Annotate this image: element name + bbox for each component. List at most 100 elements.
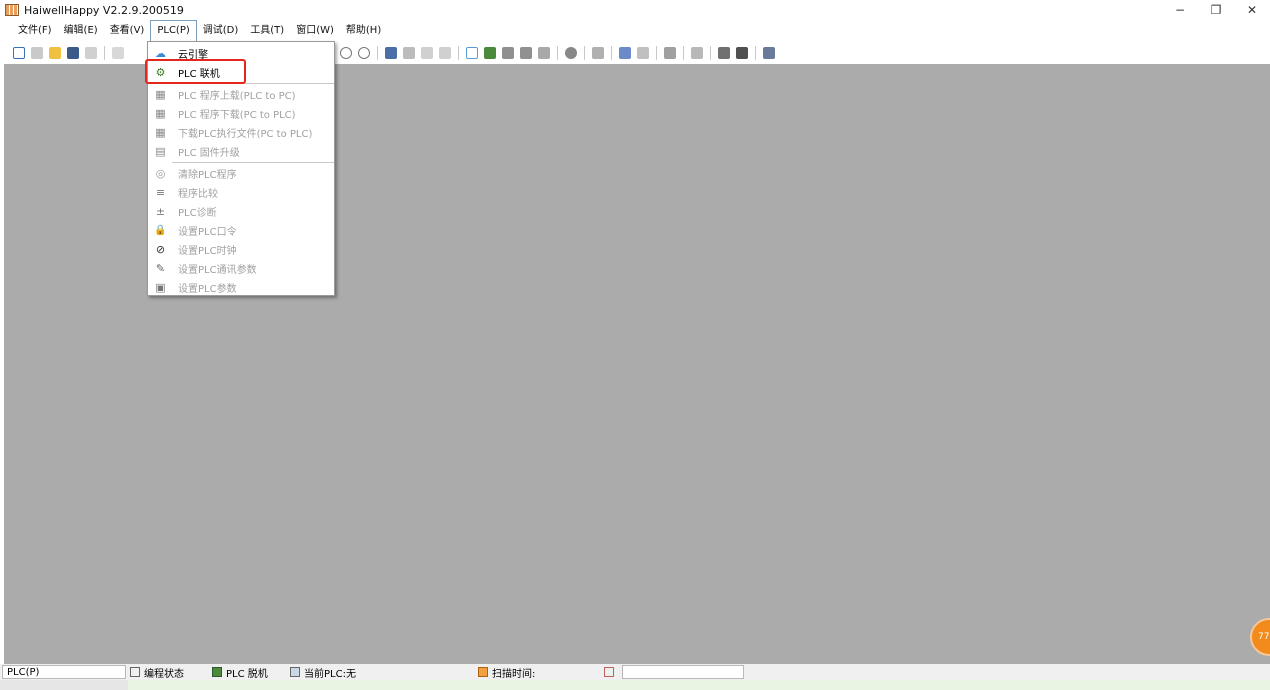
new-file-icon[interactable] [13,47,25,59]
lock-toolbar-icon[interactable] [718,47,730,59]
toolbar-separator [656,46,657,60]
status-plc-menu: PLC(P) [2,665,126,679]
params-icon: ▣ [155,281,166,294]
menu-item-plc-diagnose[interactable]: ± PLC诊断 [148,202,334,221]
clear-icon: ◎ [155,167,166,180]
menu-item-set-comm-params[interactable]: ✎ 设置PLC通讯参数 [148,259,334,278]
clock-icon: ⊘ [155,243,166,256]
building-icon[interactable] [664,47,676,59]
taskbar-strip-left [0,680,128,690]
highlight-annotation [145,59,246,84]
tools-icon[interactable] [637,47,649,59]
menu-item-clear-program[interactable]: ◎ 清除PLC程序 [148,164,334,183]
menu-item-compare-program[interactable]: ≡ 程序比较 [148,183,334,202]
menu-edit[interactable]: 编辑(E) [58,21,104,41]
chart-icon[interactable] [691,47,703,59]
menu-item-plc-download[interactable]: ▦ PLC 程序下载(PC to PLC) [148,104,334,123]
menu-item-label: 清除PLC程序 [178,170,237,181]
status-current-plc-label: 当前PLC:无 [304,668,356,680]
status-scan-time-label: 扫描时间: [492,668,536,680]
save-icon[interactable] [67,47,79,59]
menu-item-set-params[interactable]: ▣ 设置PLC参数 [148,278,334,297]
menu-debug[interactable]: 调试(D) [197,21,245,41]
window-controls: − ❐ ✕ [1162,0,1270,20]
menu-item-label: 设置PLC参数 [178,284,237,295]
menu-item-plc-upload[interactable]: ▦ PLC 程序上载(PLC to PC) [148,85,334,104]
upload-plc-toolbar-icon[interactable] [502,47,514,59]
menu-item-label: 程序比较 [178,189,218,200]
download-exec-toolbar-icon[interactable] [538,47,550,59]
status-connection-label: PLC 脱机 [226,668,268,680]
comm-icon: ✎ [155,262,166,275]
toolbar-separator [683,46,684,60]
menu-item-label: 设置PLC口令 [178,227,237,238]
menu-item-label: PLC 固件升级 [178,148,240,159]
window-title: HaiwellHappy V2.2.9.200519 [24,3,184,17]
toolbar-separator [104,46,105,60]
toolbar-separator [557,46,558,60]
status-empty-field [622,665,744,679]
cloud-toolbar-icon[interactable] [466,47,478,59]
lock-icon: 🔒 [154,225,167,236]
floating-badge[interactable]: 77 [1250,618,1270,656]
print-icon[interactable] [112,47,124,59]
menu-help[interactable]: 帮助(H) [340,21,387,41]
plc-online-toolbar-icon[interactable] [484,47,496,59]
menu-item-set-password[interactable]: 🔒 设置PLC口令 [148,221,334,240]
toolbar-separator [710,46,711,60]
toolbar-separator [458,46,459,60]
status-bar: PLC(P) 编程状态 PLC 脱机 当前PLC:无 扫描时间: [0,664,1270,680]
diagnose-icon: ± [155,205,166,218]
timer-icon [478,667,488,677]
menu-item-label: PLC诊断 [178,208,217,219]
upload-icon: ▦ [155,88,166,101]
menu-item-firmware-upgrade[interactable]: ▤ PLC 固件升级 [148,142,334,161]
status-indicator [600,665,620,679]
close-button[interactable]: ✕ [1234,0,1270,20]
status-connection: PLC 脱机 [208,665,286,680]
toolbar-separator [611,46,612,60]
cut-icon[interactable] [385,47,397,59]
menu-tools[interactable]: 工具(T) [244,21,290,41]
menu-item-label: 下载PLC执行文件(PC to PLC) [178,129,313,140]
plc-offline-icon [212,667,222,677]
monitor-icon[interactable] [565,47,577,59]
flag-icon [604,667,614,677]
download-plc-toolbar-icon[interactable] [520,47,532,59]
menu-item-label: 设置PLC通讯参数 [178,265,257,276]
menu-window[interactable]: 窗口(W) [290,21,340,41]
undo-icon[interactable] [340,47,352,59]
menu-item-set-clock[interactable]: ⊘ 设置PLC时钟 [148,240,334,259]
redo-icon[interactable] [358,47,370,59]
delete-toolbar-icon[interactable] [736,47,748,59]
wrench-icon[interactable] [619,47,631,59]
copy-icon[interactable] [421,47,433,59]
menu-file[interactable]: 文件(F) [12,21,58,41]
maximize-button[interactable]: ❐ [1198,0,1234,20]
menu-separator [172,162,334,163]
menu-item-label: 设置PLC时钟 [178,246,237,257]
settings-toolbar-icon[interactable] [763,47,775,59]
toolbar-separator [755,46,756,60]
debug-icon[interactable] [592,47,604,59]
minimize-button[interactable]: − [1162,0,1198,20]
status-scan-time: 扫描时间: [474,665,600,680]
menu-plc[interactable]: PLC(P) [150,20,197,42]
open-folder-icon[interactable] [49,47,61,59]
menu-item-label: PLC 程序下载(PC to PLC) [178,110,296,121]
scissors-icon[interactable] [403,47,415,59]
menu-item-label: PLC 程序上载(PLC to PC) [178,91,296,102]
device-icon [290,667,300,677]
new-project-icon[interactable] [31,47,43,59]
firmware-icon: ▤ [155,145,166,158]
app-icon [5,4,19,16]
download-icon: ▦ [155,107,166,120]
menu-view[interactable]: 查看(V) [104,21,151,41]
status-current-plc: 当前PLC:无 [286,665,474,680]
download-exec-icon: ▦ [155,126,166,139]
upload-toolbar-icon[interactable] [85,47,97,59]
paste-icon[interactable] [439,47,451,59]
menu-item-download-exec[interactable]: ▦ 下载PLC执行文件(PC to PLC) [148,123,334,142]
status-mode-label: 编程状态 [144,668,184,680]
menu-bar: 文件(F) 编辑(E) 查看(V) PLC(P) 调试(D) 工具(T) 窗口(… [0,20,1270,42]
